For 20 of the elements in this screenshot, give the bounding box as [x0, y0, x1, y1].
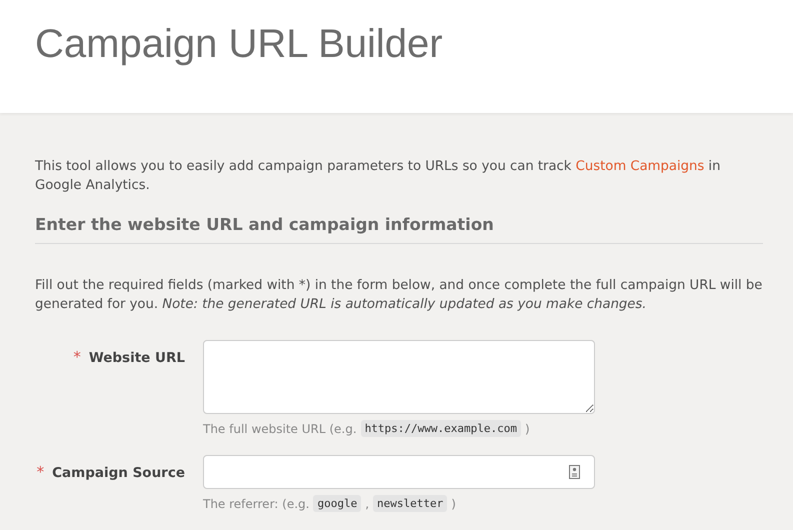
website-url-field[interactable] — [203, 340, 595, 414]
required-mark: * — [36, 463, 44, 481]
field-label: Website URL — [88, 350, 185, 366]
hint-text: ) — [451, 496, 456, 510]
custom-campaigns-link[interactable]: Custom Campaigns — [576, 159, 704, 174]
code-example: newsletter — [373, 495, 448, 512]
code-example: google — [313, 495, 362, 512]
required-mark: * — [73, 348, 81, 366]
section-heading: Enter the website URL and campaign information — [35, 215, 763, 244]
intro-text: This tool allows you to easily add campaign parameters to URLs so you can track Custom Campaigns in Google Analytics. — [35, 158, 722, 195]
field-label: Campaign Source — [52, 465, 185, 481]
hint-text: The referrer: (e.g. — [203, 496, 310, 510]
campaign-source-field[interactable] — [203, 455, 595, 489]
hint-text: , — [365, 496, 370, 510]
instructions-text: Fill out the required fields (marked with *) in the form below, and once complete the full campaign URL will be generated for you. Note: the generated URL is automatically updated as you make changes. — [35, 277, 763, 314]
hint-text: The full website URL (e.g. — [203, 422, 357, 436]
contact-card-icon[interactable] — [569, 465, 580, 479]
page-title: Campaign URL Builder — [35, 22, 443, 67]
hint-text: ) — [525, 422, 530, 436]
code-example: https://www.example.com — [360, 420, 522, 437]
